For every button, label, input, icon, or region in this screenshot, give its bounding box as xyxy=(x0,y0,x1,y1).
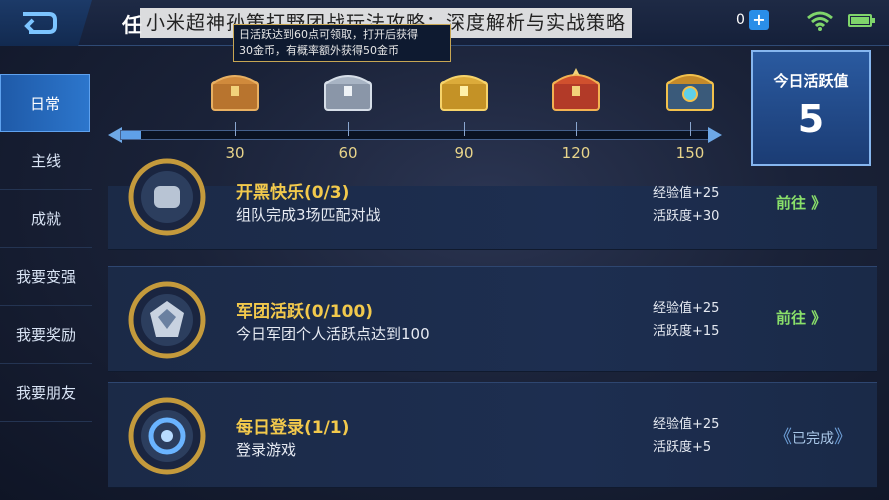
left-bracket-icon: 《 xyxy=(774,427,792,448)
milestone-label: 60 xyxy=(338,144,358,162)
task-row: 开黑快乐(0/3) 组队完成3场匹配对战 经验值+25 活跃度+30 前往 》 xyxy=(108,158,877,250)
task-title: 每日登录(1/1) xyxy=(236,418,350,438)
add-currency-button[interactable]: + xyxy=(748,10,769,30)
tooltip-line-1: 日活跃达到60点可领取，打开后获得 xyxy=(239,28,418,41)
milestone-tick xyxy=(463,122,465,136)
sidebar-item-friends[interactable]: 我要朋友 xyxy=(0,364,92,422)
task-title: 军团活跃(0/100) xyxy=(236,302,374,322)
bronze-chest-icon xyxy=(211,75,259,111)
task-activity-reward: 活跃度+15 xyxy=(653,324,720,339)
battery-icon xyxy=(848,14,875,27)
back-arrow-icon xyxy=(23,12,57,34)
completed-badge: 《已完成》 xyxy=(766,421,860,451)
sidebar-item-main[interactable]: 主线 xyxy=(0,132,92,190)
task-row: 军团活跃(0/100) 今日军团个人活跃点达到100 经验值+25 活跃度+15… xyxy=(108,266,877,372)
page-title: 任 xyxy=(122,13,142,37)
task-activity-reward: 活跃度+5 xyxy=(653,440,712,455)
sidebar: 日常 主线 成就 我要变强 我要奖励 我要朋友 xyxy=(0,74,92,422)
today-activity-value: 5 xyxy=(797,97,825,141)
task-description: 登录游戏 xyxy=(236,441,297,459)
legion-badge-icon xyxy=(128,281,206,359)
fist-badge-icon xyxy=(128,158,206,236)
legend-chest-icon xyxy=(666,74,714,111)
milestone-30[interactable] xyxy=(205,66,265,136)
milestone-label: 150 xyxy=(675,144,705,162)
milestone-tick xyxy=(575,122,577,136)
sidebar-item-rewards[interactable]: 我要奖励 xyxy=(0,306,92,364)
milestone-label: 30 xyxy=(225,144,245,162)
sidebar-item-get-stronger[interactable]: 我要变强 xyxy=(0,248,92,306)
task-exp-reward: 经验值+25 xyxy=(653,417,720,432)
milestone-90[interactable] xyxy=(434,66,494,136)
task-activity-reward: 活跃度+30 xyxy=(653,209,720,224)
today-activity-box: 今日活跃值 5 xyxy=(751,50,871,166)
sidebar-item-daily[interactable]: 日常 xyxy=(0,74,90,132)
today-activity-label: 今日活跃值 xyxy=(773,72,849,90)
currency-value: 0 xyxy=(736,12,745,28)
completed-label: 已完成 xyxy=(792,431,834,447)
sidebar-item-achievement[interactable]: 成就 xyxy=(0,190,92,248)
task-row: 每日登录(1/1) 登录游戏 经验值+25 活跃度+5 《已完成》 xyxy=(108,382,877,488)
go-button[interactable]: 前往 》 xyxy=(776,192,826,213)
red-chest-icon xyxy=(552,68,600,111)
gold-chest-icon xyxy=(440,75,488,111)
right-bracket-icon: 》 xyxy=(834,427,852,448)
task-description: 组队完成3场匹配对战 xyxy=(236,206,381,224)
milestone-tick xyxy=(689,122,691,136)
milestone-tick xyxy=(347,122,349,136)
milestone-label: 90 xyxy=(454,144,474,162)
milestone-120[interactable] xyxy=(546,66,606,136)
milestone-tick xyxy=(234,122,236,136)
wifi-icon xyxy=(807,11,833,31)
login-badge-icon xyxy=(128,397,206,475)
progress-fill xyxy=(121,131,141,139)
task-description: 今日军团个人活跃点达到100 xyxy=(236,325,430,343)
back-button[interactable] xyxy=(0,0,92,46)
task-exp-reward: 经验值+25 xyxy=(653,301,720,316)
milestone-60[interactable] xyxy=(318,66,378,136)
currency-display: 0 + xyxy=(736,10,769,30)
milestone-label: 120 xyxy=(561,144,591,162)
task-title: 开黑快乐(0/3) xyxy=(236,183,350,203)
silver-chest-icon xyxy=(324,75,372,111)
milestone-150[interactable] xyxy=(660,66,720,136)
task-exp-reward: 经验值+25 xyxy=(653,186,720,201)
go-button[interactable]: 前往 》 xyxy=(776,307,826,328)
